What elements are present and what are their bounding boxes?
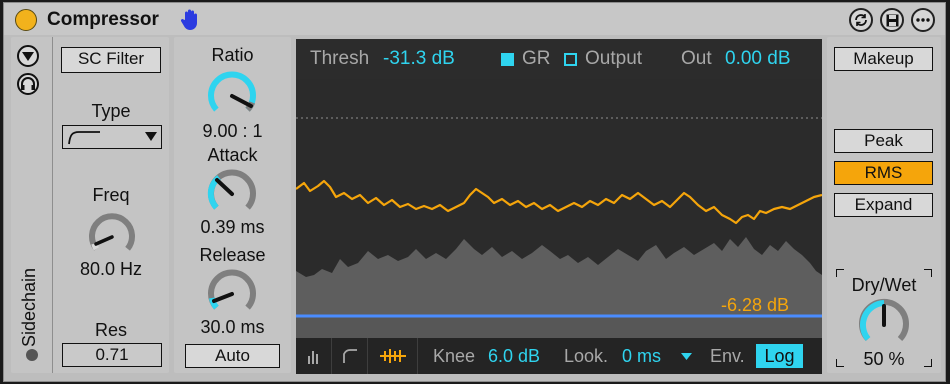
rms-mode-button[interactable]: RMS <box>834 161 933 185</box>
view-curve-button[interactable] <box>332 338 368 374</box>
lookahead-label: Look. <box>564 346 609 366</box>
display-footer: Knee 6.0 dB Look. 0 ms Env. Log <box>296 338 822 374</box>
sidechain-expand-button[interactable] <box>17 45 39 67</box>
gr-checkbox[interactable] <box>501 53 514 66</box>
sync-icon <box>855 14 867 26</box>
res-label: Res <box>94 320 127 340</box>
auto-release-button[interactable]: Auto <box>185 344 280 368</box>
type-label: Type <box>91 101 131 121</box>
more-icon <box>916 18 930 22</box>
lookahead-value[interactable]: 0 ms <box>622 346 661 367</box>
sidechain-listen-button[interactable] <box>17 73 39 95</box>
chevron-down-icon <box>145 132 157 141</box>
release-knob[interactable] <box>203 265 261 321</box>
dry-wet-knob[interactable] <box>854 295 914 353</box>
ratio-knob[interactable] <box>203 67 261 123</box>
makeup-button[interactable]: Makeup <box>834 47 933 71</box>
view-activity-button[interactable] <box>368 338 418 374</box>
save-preset-button[interactable] <box>880 8 904 32</box>
divider <box>52 37 53 373</box>
freq-knob[interactable] <box>84 207 140 263</box>
res-value-box[interactable]: 0.71 <box>62 343 162 367</box>
sidechain-label: Sidechain <box>19 267 40 347</box>
knee-value[interactable]: 6.0 dB <box>488 346 540 367</box>
gr-label: GR <box>522 48 551 69</box>
out-value[interactable]: 0.00 dB <box>725 48 791 70</box>
triangle-down-icon <box>22 52 34 61</box>
envelope-label: Env. <box>710 346 745 366</box>
filter-type-dropdown[interactable] <box>62 125 162 149</box>
attack-value[interactable]: 0.39 ms <box>174 217 291 238</box>
sc-filter-button[interactable]: SC Filter <box>61 47 161 73</box>
activity-view-icon <box>380 349 406 363</box>
compressor-device: Compressor Sidechain SC Filter Type Freq… <box>0 0 950 384</box>
view-meter-button[interactable] <box>296 338 332 374</box>
device-title: Compressor <box>47 9 159 30</box>
expand-mode-button[interactable]: Expand <box>834 193 933 217</box>
headphones-icon <box>21 77 35 90</box>
ratio-value[interactable]: 9.00 : 1 <box>174 121 291 142</box>
device-power-button[interactable] <box>15 9 37 31</box>
freq-value[interactable]: 80.0 Hz <box>66 259 156 280</box>
transfer-curve-icon <box>343 349 357 363</box>
title-bar: Compressor <box>4 3 945 35</box>
dynamics-knob-panel: Ratio 9.00 : 1 Attack 0.39 ms Release 30… <box>174 37 291 373</box>
thresh-label: Thresh <box>310 48 370 69</box>
sidechain-panel: Sidechain SC Filter Type Freq 80.0 Hz Re… <box>11 37 169 373</box>
save-icon <box>886 14 898 26</box>
dry-wet-value[interactable]: 50 % <box>827 349 941 370</box>
ratio-label: Ratio <box>211 45 254 65</box>
compressor-display: Thresh -31.3 dB GR Output Out 0.00 dB -6… <box>296 39 822 374</box>
display-header: Thresh -31.3 dB GR Output Out 0.00 dB <box>296 39 822 79</box>
sync-button[interactable] <box>849 8 873 32</box>
gain-reduction-readout: -6.28 dB <box>721 295 790 315</box>
bar-meter-icon <box>308 351 318 364</box>
lookahead-dropdown-icon[interactable] <box>681 353 692 361</box>
hand-icon[interactable] <box>180 8 202 32</box>
output-label: Output <box>585 48 643 69</box>
knee-label: Knee <box>433 346 476 366</box>
peak-mode-button[interactable]: Peak <box>834 129 933 153</box>
attack-knob[interactable] <box>203 165 261 221</box>
out-label: Out <box>681 48 712 69</box>
envelope-mode-button[interactable]: Log <box>756 344 803 368</box>
dry-wet-label: Dry/Wet <box>851 275 917 295</box>
sidechain-indicator[interactable] <box>26 349 38 361</box>
freq-label: Freq <box>92 185 130 205</box>
release-value[interactable]: 30.0 ms <box>174 317 291 338</box>
device-frame: Compressor Sidechain SC Filter Type Freq… <box>3 2 946 382</box>
release-label: Release <box>199 245 266 265</box>
highpass-curve-icon <box>68 131 100 145</box>
output-panel: Makeup Peak RMS Expand Dry/Wet 50 % <box>827 37 941 373</box>
more-options-button[interactable] <box>911 8 935 32</box>
thresh-value[interactable]: -31.3 dB <box>383 48 455 70</box>
attack-label: Attack <box>207 145 258 165</box>
output-checkbox[interactable] <box>564 53 577 66</box>
